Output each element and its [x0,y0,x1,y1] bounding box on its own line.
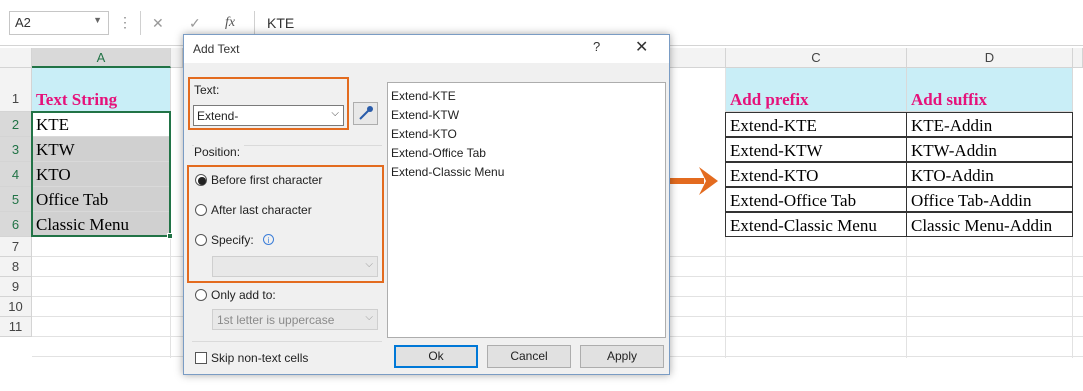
close-icon[interactable]: ✕ [635,37,648,57]
cell-d1[interactable]: Add suffix [907,68,1073,112]
name-box-value: A2 [15,15,31,30]
apply-button[interactable]: Apply [580,345,664,368]
picker-button[interactable] [353,102,378,125]
column-header-e[interactable] [1073,48,1083,68]
dialog-title: Add Text [193,42,240,56]
more-icon: ⋮ [118,14,132,30]
cell-d6[interactable]: Classic Menu-Addin [906,212,1073,237]
radio-before-first[interactable] [195,174,207,186]
cell-c2[interactable]: Extend-KTE [725,112,907,137]
cell-a1[interactable]: Text String [32,68,171,112]
chevron-down-icon[interactable]: ⌵ [365,312,373,323]
option-specify[interactable]: Specify: [211,233,254,247]
info-icon[interactable]: i [263,234,274,245]
only-add-value: 1st letter is uppercase [217,313,335,327]
ok-button[interactable]: Ok [394,345,478,368]
cell-c1[interactable]: Add prefix [726,68,907,112]
text-combo[interactable]: Extend- ⌵ [193,105,344,126]
cell-c5[interactable]: Extend-Office Tab [725,187,907,212]
row-header[interactable]: 5 [0,187,32,212]
option-before-first[interactable]: Before first character [211,173,322,187]
cell-d2[interactable]: KTE-Addin [906,112,1073,137]
cell-c6[interactable]: Extend-Classic Menu [725,212,907,237]
enter-icon[interactable]: ✓ [189,15,201,32]
specify-combo[interactable]: ⌵ [212,256,378,277]
help-icon[interactable]: ? [593,39,600,54]
column-header-b[interactable] [171,48,183,68]
insert-function-icon[interactable]: fx [225,15,235,31]
arrow-right-icon [666,167,718,195]
dialog-title-bar[interactable]: Add Text ? ✕ [184,35,669,63]
row-header[interactable]: 1 [0,68,32,112]
preview-list[interactable]: Extend-KTE Extend-KTW Extend-KTO Extend-… [387,82,666,338]
radio-after-last[interactable] [195,204,207,216]
column-header-c[interactable]: C [726,48,907,68]
row-header[interactable]: 10 [0,297,32,317]
row-header[interactable]: 2 [0,112,32,137]
text-label: Text: [194,83,220,97]
column-header-d[interactable]: D [907,48,1073,68]
add-text-dialog: Add Text ? ✕ Text: Extend- ⌵ Position: B… [183,34,670,375]
cell-c3[interactable]: Extend-KTW [725,137,907,162]
row-header[interactable]: 3 [0,137,32,162]
radio-specify[interactable] [195,234,207,246]
column-header-b-right[interactable] [670,48,726,68]
only-add-combo[interactable]: 1st letter is uppercase ⌵ [212,309,378,330]
select-all-corner[interactable] [0,48,32,68]
chevron-down-icon[interactable]: ⌵ [365,259,373,270]
text-combo-value: Extend- [197,109,239,123]
chevron-down-icon[interactable]: ▼ [93,15,102,25]
row-header[interactable]: 7 [0,237,32,257]
list-item: Extend-KTW [391,108,460,122]
cell-d5[interactable]: Office Tab-Addin [906,187,1073,212]
row-header[interactable]: 11 [0,317,32,337]
selection-range [31,111,171,237]
fill-handle[interactable] [167,233,173,239]
cell-d3[interactable]: KTW-Addin [906,137,1073,162]
row-header[interactable]: 6 [0,212,32,237]
skip-non-text-checkbox[interactable] [195,352,207,364]
row-header[interactable]: 4 [0,162,32,187]
skip-non-text-label[interactable]: Skip non-text cells [211,351,308,365]
cell-d4[interactable]: KTO-Addin [906,162,1073,187]
cancel-button[interactable]: Cancel [487,345,571,368]
cell-c4[interactable]: Extend-KTO [725,162,907,187]
list-item: Extend-Classic Menu [391,165,505,179]
row-header[interactable]: 9 [0,277,32,297]
divider [192,341,382,342]
list-item: Extend-KTO [391,127,457,141]
cancel-icon[interactable]: ✕ [152,15,164,32]
only-add-label[interactable]: Only add to: [211,288,276,302]
radio-only-add[interactable] [195,289,207,301]
column-header-a[interactable]: A [32,48,171,68]
name-box[interactable]: A2 ▼ [9,11,109,35]
option-after-last[interactable]: After last character [211,203,312,217]
formula-input[interactable]: KTE [254,11,1083,35]
chevron-down-icon[interactable]: ⌵ [331,108,339,119]
list-item: Extend-Office Tab [391,146,486,160]
row-header[interactable]: 8 [0,257,32,277]
eyedropper-icon [359,106,373,120]
position-label: Position: [194,145,245,159]
formula-buttons: ✕ ✓ fx [140,11,252,35]
list-item: Extend-KTE [391,89,456,103]
